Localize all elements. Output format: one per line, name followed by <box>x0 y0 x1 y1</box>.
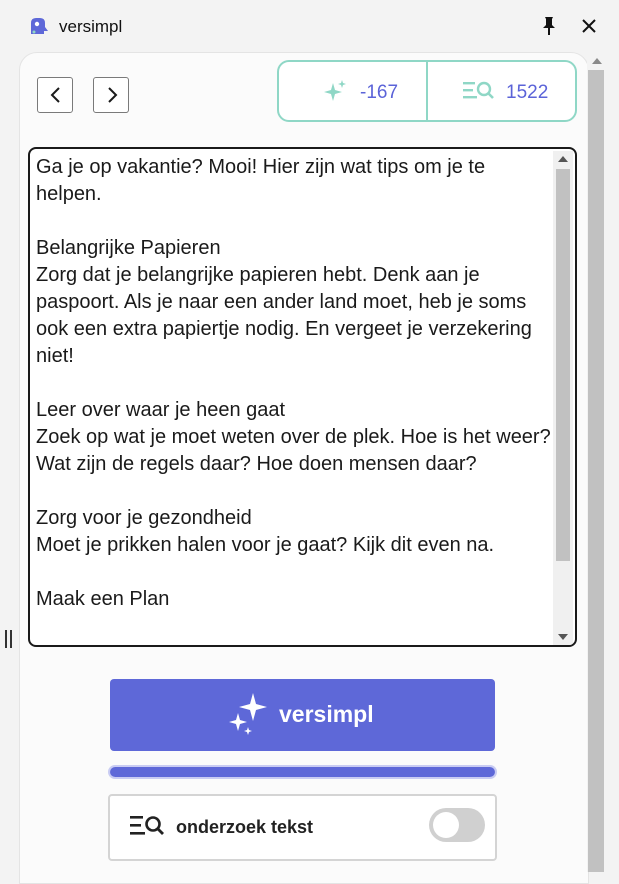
simplify-delta: -167 <box>360 82 399 103</box>
editor-line: Belangrijke Papieren <box>36 237 221 259</box>
forward-button[interactable] <box>93 77 129 113</box>
versimpl-button-label: versimpl <box>279 701 374 727</box>
editor-scrollbar[interactable] <box>553 151 573 645</box>
research-toggle-row[interactable]: onderzoek tekst <box>108 794 497 861</box>
editor-line: Zorg dat je belangrijke papieren hebt. D… <box>36 264 532 367</box>
research-toggle-label: onderzoek tekst <box>176 817 314 837</box>
sparkles-icon <box>324 80 346 101</box>
chevron-left-icon <box>50 87 60 103</box>
editor-line: Zoek op wat je moet weten over de plek. … <box>36 426 551 475</box>
toggle-knob <box>433 812 459 838</box>
sparkles-icon <box>229 693 267 735</box>
stats-box: -167 1522 <box>277 60 577 122</box>
research-toggle-switch[interactable] <box>429 808 485 842</box>
scroll-thumb[interactable] <box>588 70 604 872</box>
chevron-right-icon <box>108 87 118 103</box>
pin-icon[interactable] <box>540 16 558 36</box>
editor-scroll-up[interactable] <box>558 156 568 162</box>
title-bar: versimpl <box>0 0 619 52</box>
close-icon[interactable] <box>580 17 598 35</box>
simplify-stat[interactable]: -167 <box>279 62 426 120</box>
scroll-up-arrow[interactable] <box>592 58 602 64</box>
search-list-icon <box>463 81 494 99</box>
research-stat[interactable]: 1522 <box>426 62 575 120</box>
back-button[interactable] <box>37 77 73 113</box>
editor-line: Zorg voor je gezondheid <box>36 507 252 529</box>
search-list-icon <box>130 816 164 835</box>
app-logo-icon <box>31 18 48 34</box>
versimpl-button[interactable]: versimpl <box>110 679 495 751</box>
editor-content[interactable]: Ga je op vakantie? Mooi! Hier zijn wat t… <box>36 154 551 613</box>
editor-line: Maak een Plan <box>36 588 170 610</box>
resize-handle[interactable] <box>5 630 12 650</box>
editor-line: Ga je op vakantie? Mooi! Hier zijn wat t… <box>36 156 486 205</box>
progress-fill <box>110 767 495 777</box>
research-count: 1522 <box>506 82 549 103</box>
editor-line: Leer over waar je heen gaat <box>36 399 286 421</box>
editor-scroll-thumb[interactable] <box>556 169 570 561</box>
editor-line: Moet je prikken halen voor je gaat? Kijk… <box>36 534 495 556</box>
text-editor[interactable]: Ga je op vakantie? Mooi! Hier zijn wat t… <box>28 147 577 647</box>
app-title: versimpl <box>59 17 123 36</box>
panel-scrollbar[interactable] <box>587 54 607 872</box>
progress-bar <box>108 765 497 779</box>
editor-scroll-down[interactable] <box>558 634 568 640</box>
